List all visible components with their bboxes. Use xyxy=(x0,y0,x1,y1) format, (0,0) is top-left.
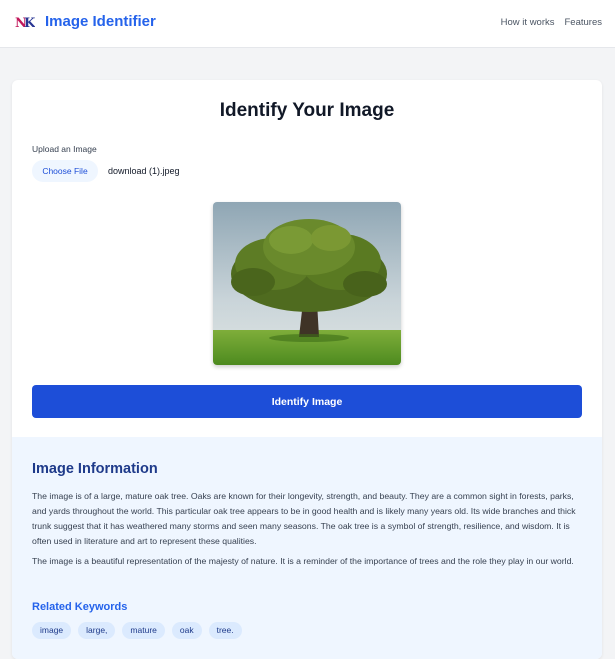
image-information-section: Image Information The image is of a larg… xyxy=(12,437,602,659)
keyword-tag[interactable]: tree. xyxy=(208,622,242,639)
nav-links: How it works Features xyxy=(501,17,602,28)
identify-card: Identify Your Image Upload an Image Choo… xyxy=(12,80,602,659)
page-title: Identify Your Image xyxy=(219,100,395,121)
nav-how-it-works[interactable]: How it works xyxy=(501,17,555,28)
info-paragraph-2: The image is a beautiful representation … xyxy=(32,556,574,566)
svg-text:K: K xyxy=(24,16,35,31)
keyword-list: image large, mature oak tree. xyxy=(32,622,242,639)
selected-file-name: download (1).jpeg xyxy=(108,166,180,176)
keyword-tag[interactable]: oak xyxy=(171,622,202,639)
brand-title[interactable]: Image Identifier xyxy=(45,13,156,30)
upload-label: Upload an Image xyxy=(32,144,97,154)
image-preview xyxy=(213,202,401,365)
top-navbar: N K Image Identifier How it works Featur… xyxy=(0,0,615,48)
keyword-tag[interactable]: large, xyxy=(78,622,116,639)
info-title: Image Information xyxy=(32,461,158,477)
nav-features[interactable]: Features xyxy=(565,17,603,28)
keyword-tag[interactable]: image xyxy=(32,622,72,639)
choose-file-button[interactable]: Choose File xyxy=(32,160,98,182)
identify-image-button[interactable]: Identify Image xyxy=(32,385,582,418)
related-keywords-title: Related Keywords xyxy=(32,601,128,613)
nk-logo-icon[interactable]: N K xyxy=(15,12,35,32)
keyword-tag[interactable]: mature xyxy=(122,622,165,639)
info-paragraph-1: The image is of a large, mature oak tree… xyxy=(32,491,576,546)
oak-tree-image xyxy=(213,202,401,365)
